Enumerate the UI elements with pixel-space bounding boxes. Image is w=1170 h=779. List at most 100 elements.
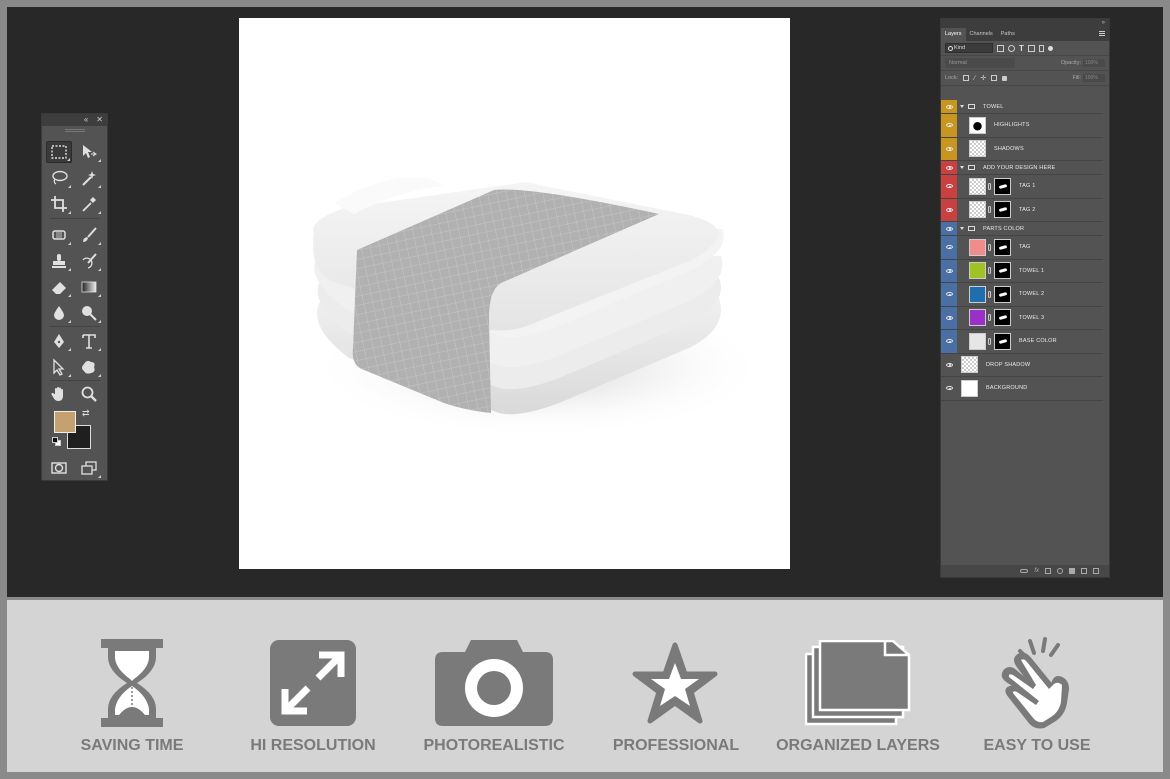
blend-mode-select[interactable]: Normal	[945, 58, 1015, 68]
gradient-tool-icon[interactable]	[76, 276, 102, 298]
lock-paint-icon[interactable]: ∕	[974, 75, 975, 82]
layer-group-row[interactable]: TOWEL	[941, 100, 1103, 114]
lock-move-icon[interactable]: ✛	[980, 74, 986, 82]
filter-shape-icon[interactable]	[1027, 44, 1035, 52]
layer-row[interactable]: TOWEL 2	[941, 283, 1103, 307]
layer-visibility-toggle[interactable]	[941, 198, 957, 221]
lock-artboard-icon[interactable]	[991, 75, 998, 81]
layer-visibility-toggle[interactable]	[941, 236, 957, 259]
layer-row[interactable]: TAG	[941, 236, 1103, 260]
link-icon[interactable]	[988, 206, 991, 214]
layer-name[interactable]: TOWEL	[983, 104, 1003, 110]
chevron-down-icon[interactable]	[960, 166, 964, 169]
adjustment-layer-icon[interactable]	[1057, 568, 1063, 574]
quick-mask-icon[interactable]	[46, 457, 72, 479]
new-group-icon[interactable]	[1069, 568, 1075, 574]
filter-pixel-icon[interactable]	[997, 44, 1004, 52]
link-icon[interactable]	[988, 314, 991, 322]
layer-mask-thumbnail[interactable]	[994, 177, 1011, 195]
panel-menu-icon[interactable]	[1099, 31, 1105, 36]
layer-visibility-toggle[interactable]	[941, 137, 957, 160]
layer-visibility-toggle[interactable]	[941, 377, 957, 400]
tab-channels[interactable]: Channels	[966, 28, 997, 41]
layer-name[interactable]: DROP SHADOW	[986, 362, 1030, 368]
layer-row[interactable]: HIGHLIGHTS	[941, 114, 1103, 138]
layer-name[interactable]: TAG	[1019, 244, 1031, 250]
double-chevron-left-icon[interactable]: «	[84, 114, 88, 126]
layer-visibility-toggle[interactable]	[941, 114, 957, 137]
dodge-tool-icon[interactable]	[76, 302, 102, 324]
magic-wand-tool-icon[interactable]	[76, 167, 102, 189]
swap-colors-icon[interactable]: ⇄	[82, 408, 90, 419]
spot-healing-brush-tool-icon[interactable]	[46, 224, 72, 246]
new-layer-icon[interactable]	[1081, 568, 1087, 574]
add-mask-icon[interactable]	[1045, 568, 1051, 574]
layer-mask-thumbnail[interactable]	[994, 309, 1011, 327]
layer-name[interactable]: TOWEL 2	[1019, 291, 1044, 297]
rectangular-marquee-tool-icon[interactable]	[46, 141, 72, 163]
trash-icon[interactable]	[1093, 568, 1099, 574]
lasso-tool-icon[interactable]	[46, 167, 72, 189]
layer-row[interactable]: TAG 1	[941, 175, 1103, 199]
layer-visibility-toggle[interactable]	[941, 100, 957, 113]
pen-tool-icon[interactable]	[46, 330, 72, 352]
layer-name[interactable]: SHADOWS	[994, 146, 1024, 152]
brush-tool-icon[interactable]	[76, 224, 102, 246]
eraser-tool-icon[interactable]	[46, 276, 72, 298]
layer-row[interactable]: TAG 2	[941, 198, 1103, 222]
layer-visibility-toggle[interactable]	[941, 283, 957, 306]
layer-visibility-toggle[interactable]	[941, 306, 957, 329]
lock-transparent-icon[interactable]	[963, 75, 970, 81]
layer-group-row[interactable]: ADD YOUR DESIGN HERE	[941, 161, 1103, 175]
eyedropper-tool-icon[interactable]	[76, 193, 102, 215]
filter-smart-object-icon[interactable]	[1038, 44, 1044, 52]
history-brush-tool-icon[interactable]	[76, 250, 102, 272]
layer-visibility-toggle[interactable]	[941, 259, 957, 282]
layer-row[interactable]: DROP SHADOW	[941, 353, 1103, 377]
layer-mask-thumbnail[interactable]	[994, 332, 1011, 350]
filter-toggle-icon[interactable]	[1047, 45, 1053, 51]
layer-visibility-toggle[interactable]	[941, 353, 957, 376]
opacity-field[interactable]: 100%	[1083, 59, 1105, 67]
double-chevron-right-icon[interactable]: »	[1102, 19, 1105, 27]
crop-tool-icon[interactable]	[46, 193, 72, 215]
lock-all-icon[interactable]	[1002, 75, 1008, 81]
layer-name[interactable]: BASE COLOR	[1019, 338, 1057, 344]
path-selection-tool-icon[interactable]	[46, 356, 72, 378]
layer-row[interactable]: BASE COLOR	[941, 330, 1103, 354]
layer-mask-thumbnail[interactable]	[994, 285, 1011, 303]
layer-mask-thumbnail[interactable]	[994, 262, 1011, 280]
filter-type-icon[interactable]: T	[1019, 44, 1024, 53]
default-colors-icon[interactable]	[52, 437, 61, 446]
link-icon[interactable]	[988, 290, 991, 298]
filter-adjustment-icon[interactable]	[1008, 44, 1015, 52]
foreground-color-swatch[interactable]	[54, 411, 76, 433]
layer-visibility-toggle[interactable]	[941, 175, 957, 198]
screen-mode-icon[interactable]	[76, 457, 102, 479]
chevron-down-icon[interactable]	[960, 105, 964, 108]
layer-row[interactable]: TOWEL 3	[941, 306, 1103, 330]
layer-name[interactable]: PARTS COLOR	[983, 226, 1024, 232]
link-icon[interactable]	[988, 337, 991, 345]
tab-layers[interactable]: Layers	[941, 28, 966, 41]
link-icon[interactable]	[988, 267, 991, 275]
layer-name[interactable]: TAG 2	[1019, 207, 1036, 213]
layer-name[interactable]: BACKGROUND	[986, 385, 1027, 391]
layer-visibility-toggle[interactable]	[941, 222, 957, 235]
zoom-tool-icon[interactable]	[76, 383, 102, 405]
layer-row[interactable]: TOWEL 1	[941, 259, 1103, 283]
chevron-down-icon[interactable]	[960, 227, 964, 230]
link-icon[interactable]	[988, 243, 991, 251]
layer-visibility-toggle[interactable]	[941, 161, 957, 174]
panel-grip[interactable]	[42, 126, 107, 134]
fill-field[interactable]: 100%	[1083, 74, 1105, 82]
layer-name[interactable]: TOWEL 1	[1019, 268, 1044, 274]
move-tool-icon[interactable]	[76, 141, 102, 163]
layer-visibility-toggle[interactable]	[941, 330, 957, 353]
filter-kind-select[interactable]: Kind	[945, 43, 993, 53]
document-canvas[interactable]	[239, 18, 790, 569]
hand-tool-icon[interactable]	[46, 383, 72, 405]
layer-mask-thumbnail[interactable]	[994, 201, 1011, 219]
link-layers-icon[interactable]	[1020, 569, 1029, 573]
close-icon[interactable]: ✕	[96, 114, 103, 126]
